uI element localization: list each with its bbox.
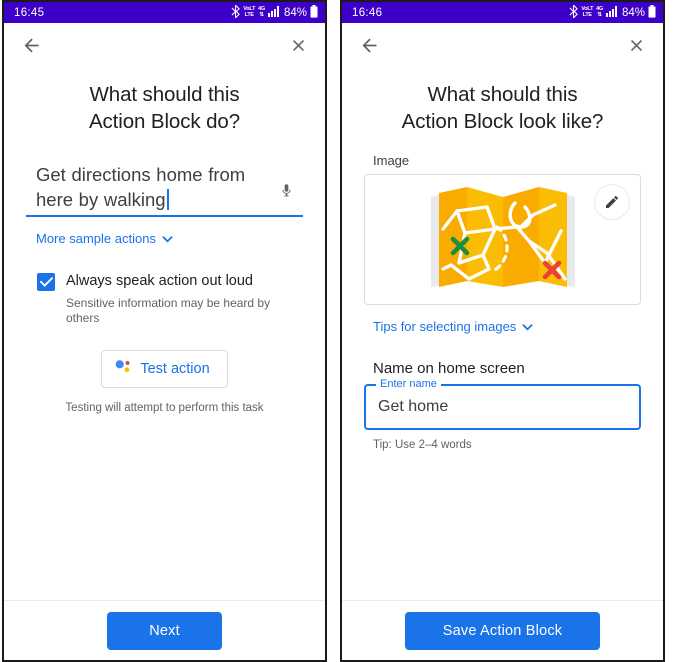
dual-screenshot-stage: 16:45 VoLT LTE 4G ⇅ 84% What should this… xyxy=(0,0,675,662)
4g-icon: 4G ⇅ xyxy=(258,6,265,18)
page-title-line-2: Action Block look like? xyxy=(401,110,604,134)
speak-out-loud-label: Always speak action out loud xyxy=(66,272,253,289)
name-section-title: Name on home screen xyxy=(373,360,525,378)
4g-icon: 4G ⇅ xyxy=(596,6,603,18)
status-icon-group: VoLT LTE 4G ⇅ 84% xyxy=(569,4,656,21)
page-title-line-1: What should this xyxy=(89,83,240,106)
page-title: What should this Action Block look like? xyxy=(364,81,641,135)
test-action-note: Testing will attempt to perform this tas… xyxy=(65,401,264,414)
tips-for-images-label: Tips for selecting images xyxy=(373,319,517,335)
back-arrow-icon[interactable] xyxy=(18,32,44,58)
screen-content-appearance: What should this Action Block look like?… xyxy=(342,67,663,600)
page-title-line-1: What should this xyxy=(427,83,578,106)
text-caret xyxy=(166,189,169,211)
page-title-line-2: Action Block do? xyxy=(88,110,241,134)
status-icon-group: VoLT LTE 4G ⇅ 84% xyxy=(231,4,318,21)
status-bar: 16:46 VoLT LTE 4G ⇅ 84% xyxy=(342,2,663,23)
name-input-field[interactable]: Enter name Get home xyxy=(364,378,641,431)
more-sample-actions-link[interactable]: More sample actions xyxy=(26,231,303,246)
battery-percent-label: 84% xyxy=(283,6,307,19)
speak-out-loud-checkbox[interactable] xyxy=(37,272,55,291)
speak-out-loud-text: Always speak action out loud Sensitive i… xyxy=(66,272,303,326)
close-icon[interactable] xyxy=(623,32,649,58)
speak-out-loud-sublabel: Sensitive information may be heard by ot… xyxy=(66,295,271,325)
screen-content-action: What should this Action Block do? Get di… xyxy=(4,67,325,600)
status-time: 16:45 xyxy=(14,6,45,19)
bluetooth-icon xyxy=(569,4,579,21)
more-sample-actions-label: More sample actions xyxy=(36,230,156,246)
google-assistant-icon xyxy=(115,359,132,379)
bottom-action-bar: Save Action Block xyxy=(342,600,663,660)
volte-icon: VoLT LTE xyxy=(581,6,594,18)
volte-icon: VoLT LTE xyxy=(243,6,256,18)
status-time: 16:46 xyxy=(352,6,383,19)
signal-bars-icon xyxy=(605,5,618,20)
phone-screen-appearance: 16:46 VoLT LTE 4G ⇅ 84% What should this… xyxy=(340,0,665,662)
app-bar xyxy=(4,23,325,67)
next-button[interactable]: Next xyxy=(107,611,222,650)
status-bar: 16:45 VoLT LTE 4G ⇅ 84% xyxy=(4,2,325,23)
bluetooth-icon xyxy=(231,4,241,21)
test-action-label: Test action xyxy=(140,360,210,377)
test-action-button[interactable]: Test action xyxy=(101,349,228,388)
name-input-hint: Tip: Use 2–4 words xyxy=(373,439,472,452)
action-input-value: Get directions home from here by walking xyxy=(36,164,246,211)
battery-icon xyxy=(310,4,318,21)
page-title: What should this Action Block do? xyxy=(26,81,303,135)
speak-out-loud-row[interactable]: Always speak action out loud Sensitive i… xyxy=(26,272,303,326)
save-action-block-button[interactable]: Save Action Block xyxy=(404,611,601,650)
image-section-label: Image xyxy=(373,153,410,169)
microphone-icon[interactable] xyxy=(269,162,303,201)
chevron-down-icon xyxy=(162,231,173,246)
app-bar xyxy=(342,23,663,67)
action-input-text[interactable]: Get directions home from here by walking xyxy=(26,162,269,213)
chevron-down-icon xyxy=(522,319,534,334)
tips-for-images-link[interactable]: Tips for selecting images xyxy=(364,319,641,334)
pencil-icon[interactable] xyxy=(594,184,630,221)
battery-percent-label: 84% xyxy=(621,6,645,19)
back-arrow-icon[interactable] xyxy=(356,32,382,58)
battery-icon xyxy=(648,4,656,21)
folded-map-illustration xyxy=(429,183,577,296)
bottom-action-bar: Next xyxy=(4,600,325,660)
name-input-float-label: Enter name xyxy=(376,378,441,391)
test-action-wrapper: Test action xyxy=(26,349,303,388)
phone-screen-action: 16:45 VoLT LTE 4G ⇅ 84% What should this… xyxy=(2,0,327,662)
name-input-value: Get home xyxy=(378,398,449,416)
signal-bars-icon xyxy=(267,5,280,20)
action-input-field[interactable]: Get directions home from here by walking xyxy=(26,162,303,217)
close-icon[interactable] xyxy=(285,32,311,58)
image-preview-card[interactable] xyxy=(364,174,641,306)
